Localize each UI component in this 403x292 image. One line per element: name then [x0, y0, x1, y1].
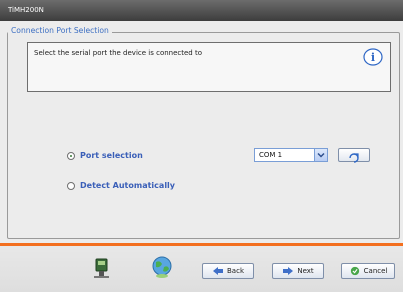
refresh-ports-button[interactable]	[338, 148, 370, 163]
back-button-label: Back	[227, 267, 244, 275]
next-button[interactable]: Next	[272, 263, 324, 279]
port-select-value: COM 1	[259, 151, 283, 159]
detect-automatically-option[interactable]: Detect Automatically	[67, 181, 175, 190]
cancel-icon	[350, 266, 359, 276]
info-panel: Select the serial port the device is con…	[27, 42, 391, 92]
detect-automatically-label: Detect Automatically	[80, 181, 176, 190]
next-button-label: Next	[297, 267, 314, 275]
port-selection-label: Port selection	[80, 151, 143, 160]
arrow-right-icon	[283, 267, 294, 275]
detect-automatically-radio[interactable]	[67, 181, 75, 190]
port-select[interactable]: COM 1	[254, 148, 328, 162]
groupbox-title: Connection Port Selection	[8, 25, 112, 37]
globe-icon	[152, 256, 172, 278]
svg-text:i: i	[371, 51, 375, 64]
chevron-down-icon[interactable]	[314, 149, 327, 161]
refresh-icon	[349, 153, 359, 163]
back-button[interactable]: Back	[202, 263, 254, 279]
device-icon	[94, 258, 109, 278]
arrow-left-icon	[213, 267, 223, 275]
port-selection-option[interactable]: Port selection	[67, 151, 143, 160]
window-title: TiMH200N	[0, 0, 403, 21]
cancel-button-label: Cancel	[363, 267, 388, 275]
info-icon: i	[363, 48, 383, 66]
info-text: Select the serial port the device is con…	[34, 49, 202, 57]
port-selection-radio[interactable]	[67, 151, 75, 160]
wizard-window: TiMH200N Connection Port Selection Selec…	[0, 0, 403, 292]
cancel-button[interactable]: Cancel	[341, 263, 395, 279]
